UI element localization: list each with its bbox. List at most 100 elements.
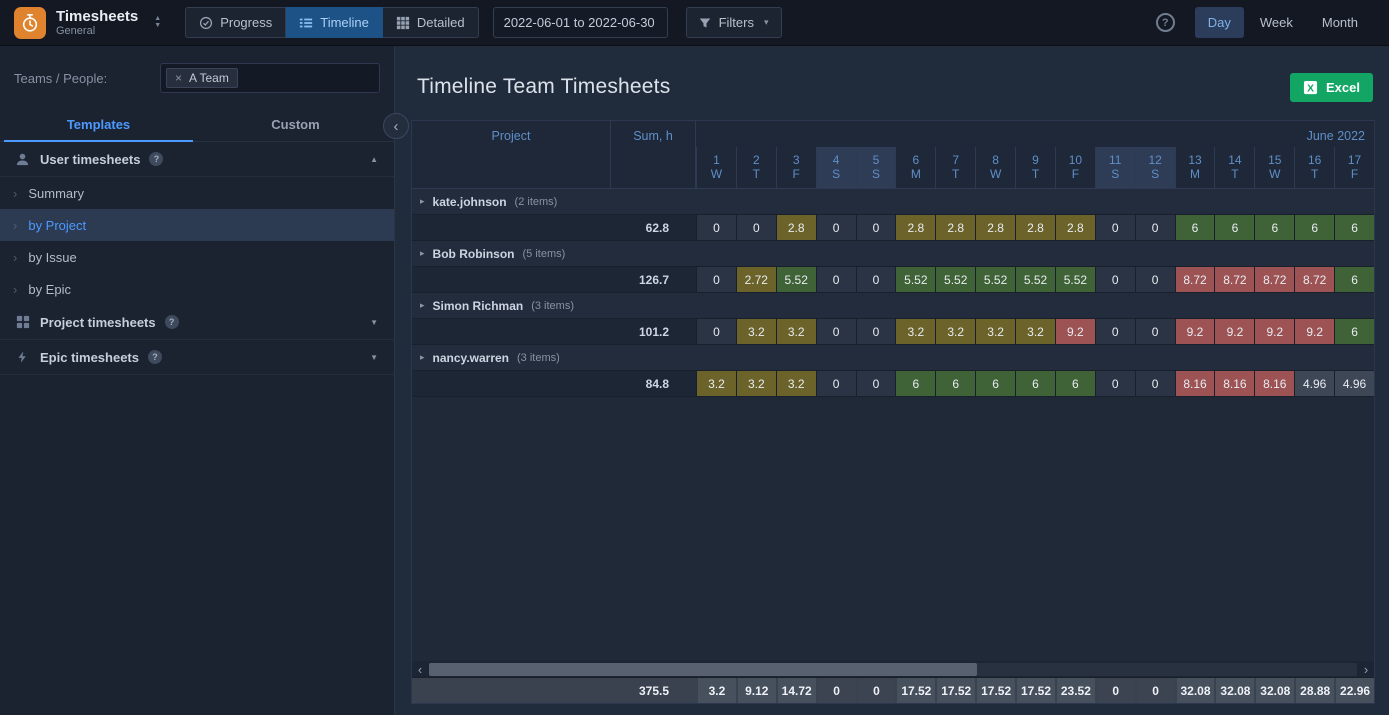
timesheet-cell[interactable]: 2.8 — [975, 215, 1016, 240]
timesheet-cell[interactable]: 8.16 — [1254, 371, 1295, 396]
section-header-user[interactable]: User timesheets? ▲ — [0, 142, 394, 177]
timesheet-cell[interactable]: 0 — [855, 267, 896, 292]
timesheet-cell[interactable]: 8.16 — [1174, 371, 1215, 396]
scrollbar-track[interactable] — [429, 662, 1357, 676]
group-row-nancy-warren[interactable]: ▸ nancy.warren (3 items) — [412, 345, 1374, 371]
timesheet-cell[interactable]: 0 — [1134, 267, 1175, 292]
view-button-progress[interactable]: Progress — [185, 7, 287, 38]
help-icon[interactable]: ? — [148, 350, 162, 364]
day-column-header-6[interactable]: 6M — [895, 147, 935, 188]
day-column-header-8[interactable]: 8W — [975, 147, 1015, 188]
timesheet-cell[interactable]: 4.96 — [1334, 371, 1374, 396]
section-header-project[interactable]: Project timesheets? ▼ — [0, 305, 394, 340]
day-column-header-9[interactable]: 9T — [1015, 147, 1055, 188]
timesheet-cell[interactable]: 0 — [855, 371, 896, 396]
day-column-header-16[interactable]: 16 T — [1294, 147, 1334, 188]
timesheet-cell[interactable]: 6 — [1334, 215, 1374, 240]
day-column-header-3[interactable]: 3F — [775, 147, 816, 188]
timesheet-cell[interactable]: 0 — [1134, 215, 1175, 240]
timesheet-cell[interactable]: 0 — [696, 319, 736, 344]
sidebar-item-summary[interactable]: › Summary — [0, 177, 394, 209]
filters-button[interactable]: Filters ▾ — [685, 7, 782, 38]
scrollbar-thumb[interactable] — [429, 662, 977, 676]
timesheet-cell[interactable]: 3.2 — [696, 371, 736, 396]
timesheet-cell[interactable]: 0 — [855, 319, 896, 344]
timesheet-cell[interactable]: 3.2 — [735, 319, 776, 344]
timesheet-cell[interactable]: 5.52 — [1054, 267, 1095, 292]
timesheet-cell[interactable]: 3.2 — [1015, 319, 1055, 344]
timesheet-cell[interactable]: 6 — [1015, 371, 1055, 396]
timesheet-cell[interactable]: 9.2 — [1294, 319, 1335, 344]
timesheet-cell[interactable]: 0 — [696, 267, 736, 292]
sum-column-header[interactable]: Sum, h — [611, 121, 696, 188]
sidebar-item-by-epic[interactable]: › by Epic — [0, 273, 394, 305]
timesheet-cell[interactable]: 6 — [975, 371, 1016, 396]
timesheet-cell[interactable]: 0 — [815, 215, 856, 240]
timesheet-cell[interactable]: 0 — [815, 267, 856, 292]
timesheet-cell[interactable]: 9.2 — [1054, 319, 1095, 344]
timesheet-cell[interactable]: 0 — [735, 215, 776, 240]
timesheet-cell[interactable]: 0 — [696, 215, 736, 240]
help-icon[interactable]: ? — [164, 315, 179, 329]
project-column-header[interactable]: Project — [412, 121, 611, 188]
group-row-bob-robinson[interactable]: ▸ Bob Robinson (5 items) — [412, 241, 1374, 267]
app-logo[interactable] — [14, 6, 46, 39]
day-column-header-4[interactable]: 4S — [815, 147, 856, 188]
timesheet-cell[interactable]: 6 — [1174, 215, 1215, 240]
excel-export-button[interactable]: X Excel — [1290, 72, 1373, 102]
day-column-header-7[interactable]: 7T — [935, 147, 975, 188]
timesheet-cell[interactable]: 2.8 — [935, 215, 976, 240]
sidebar-item-by-project[interactable]: › by Project — [0, 209, 394, 241]
timesheet-cell[interactable]: 8.72 — [1254, 267, 1295, 292]
day-column-header-17[interactable]: 17 F — [1334, 147, 1374, 188]
scroll-right-icon[interactable]: › — [1358, 661, 1374, 677]
timesheet-cell[interactable]: 3.2 — [975, 319, 1016, 344]
view-button-timeline[interactable]: Timeline — [286, 7, 383, 38]
day-column-header-2[interactable]: 2T — [735, 147, 776, 188]
timesheet-cell[interactable]: 0 — [815, 319, 856, 344]
day-column-header-11[interactable]: 11 S — [1094, 147, 1135, 188]
timesheet-cell[interactable]: 2.8 — [895, 215, 936, 240]
timesheet-cell[interactable]: 3.2 — [775, 371, 816, 396]
section-header-epic[interactable]: Epic timesheets? ▼ — [0, 340, 394, 375]
timesheet-cell[interactable]: 8.72 — [1294, 267, 1335, 292]
timesheet-cell[interactable]: 6 — [1334, 267, 1374, 292]
timesheet-cell[interactable]: 6 — [1334, 319, 1374, 344]
timesheet-cell[interactable]: 5.52 — [1015, 267, 1055, 292]
day-column-header-5[interactable]: 5S — [855, 147, 896, 188]
day-column-header-1[interactable]: 1W — [696, 147, 736, 188]
timesheet-cell[interactable]: 0 — [1094, 319, 1135, 344]
timesheet-cell[interactable]: 0 — [1134, 319, 1175, 344]
day-column-header-13[interactable]: 13 M — [1174, 147, 1215, 188]
timesheet-cell[interactable]: 6 — [935, 371, 976, 396]
timesheet-cell[interactable]: 6 — [1254, 215, 1295, 240]
zoom-button-day[interactable]: Day — [1194, 7, 1244, 38]
day-column-header-15[interactable]: 15 W — [1254, 147, 1294, 188]
remove-chip-icon[interactable]: × — [175, 71, 182, 85]
timesheet-cell[interactable]: 3.2 — [935, 319, 976, 344]
zoom-button-month[interactable]: Month — [1309, 7, 1371, 38]
timesheet-cell[interactable]: 6 — [895, 371, 936, 396]
timesheet-cell[interactable]: 0 — [1134, 371, 1175, 396]
timesheet-cell[interactable]: 9.2 — [1174, 319, 1215, 344]
date-range-input[interactable]: 2022-06-01 to 2022-06-30 — [492, 7, 668, 38]
timesheet-cell[interactable]: 5.52 — [975, 267, 1016, 292]
timesheet-cell[interactable]: 2.72 — [735, 267, 776, 292]
sidebar-item-by-issue[interactable]: › by Issue — [0, 241, 394, 273]
zoom-button-week[interactable]: Week — [1247, 7, 1306, 38]
group-row-kate-johnson[interactable]: ▸ kate.johnson (2 items) — [412, 189, 1374, 215]
timesheet-cell[interactable]: 3.2 — [775, 319, 816, 344]
timesheet-cell[interactable]: 5.52 — [895, 267, 936, 292]
scroll-left-icon[interactable]: ‹ — [412, 661, 428, 677]
timesheet-cell[interactable]: 8.72 — [1174, 267, 1215, 292]
timesheet-cell[interactable]: 9.2 — [1214, 319, 1255, 344]
timesheet-cell[interactable]: 6 — [1214, 215, 1255, 240]
help-icon[interactable]: ? — [149, 152, 164, 166]
timesheet-cell[interactable]: 5.52 — [935, 267, 976, 292]
timesheet-cell[interactable]: 9.2 — [1254, 319, 1295, 344]
timesheet-cell[interactable]: 6 — [1294, 215, 1335, 240]
timesheet-cell[interactable]: 2.8 — [775, 215, 816, 240]
view-button-detailed[interactable]: Detailed — [382, 7, 479, 38]
teams-people-input[interactable]: × A Team — [160, 63, 380, 93]
timesheet-cell[interactable]: 4.96 — [1294, 371, 1335, 396]
